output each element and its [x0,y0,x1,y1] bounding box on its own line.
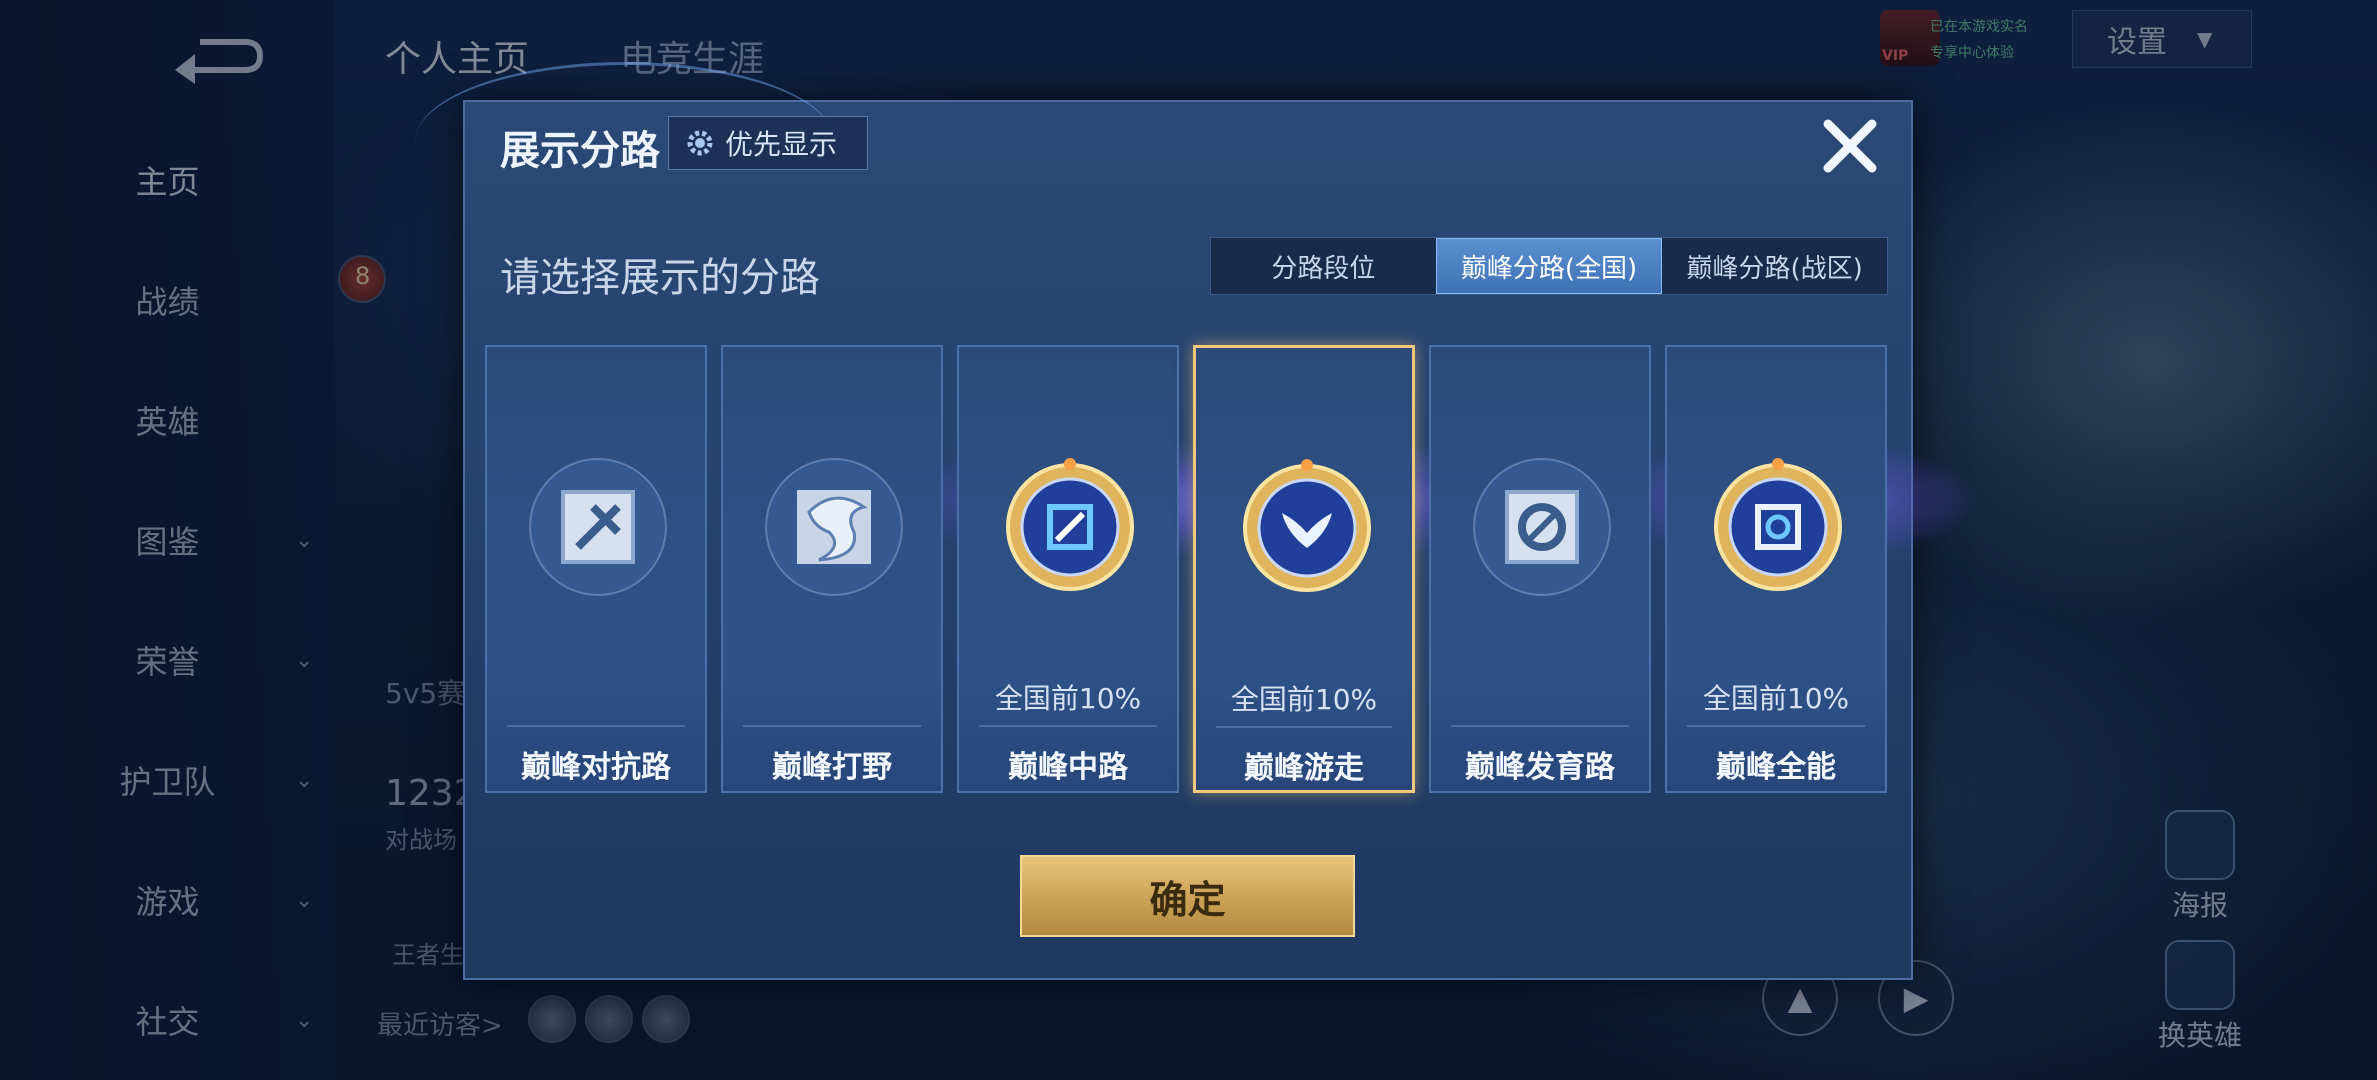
card-label: 巅峰对抗路 [521,750,671,785]
segment-peak-region[interactable]: 巅峰分路(战区) [1662,238,1887,294]
clash-lane-icon [529,458,667,596]
card-rank-text: 全国前10% [1230,683,1378,716]
lane-card-farm[interactable]: 巅峰发育路 [1429,345,1651,793]
card-divider [979,725,1157,727]
confirm-label: 确定 [1149,877,1226,922]
card-divider [1216,726,1392,728]
segment-peak-national[interactable]: 巅峰分路(全国) [1435,238,1663,294]
card-divider [1687,725,1865,727]
priority-display-button[interactable]: 优先显示 [668,116,868,170]
all-round-medal-icon [1714,458,1842,591]
segment-lane-rank[interactable]: 分路段位 [1211,238,1436,294]
card-divider [743,725,921,727]
card-divider [1451,725,1629,727]
card-label: 巅峰打野 [772,750,892,785]
card-label: 巅峰全能 [1716,750,1836,785]
priority-display-label: 优先显示 [725,128,838,161]
card-rank-text: 全国前10% [1702,682,1850,715]
card-rank-text: 全国前10% [994,682,1142,715]
lane-card-mid[interactable]: 全国前10% 巅峰中路 [957,345,1179,793]
modal-subtitle: 请选择展示的分路 [500,255,820,301]
close-icon[interactable] [1818,114,1882,178]
modal-title: 展示分路 [500,128,660,174]
card-label: 巅峰发育路 [1465,750,1615,785]
card-label: 巅峰游走 [1244,751,1364,786]
lane-card-all-round[interactable]: 全国前10% 巅峰全能 [1665,345,1887,793]
lane-card-roam[interactable]: 全国前10% 巅峰游走 [1193,345,1415,793]
confirm-button[interactable]: 确定 [1020,855,1355,937]
farm-lane-icon [1473,458,1611,596]
lane-card-jungle[interactable]: 巅峰打野 [721,345,943,793]
lane-card-list: 巅峰对抗路 巅峰打野 全国前10% 巅峰中路 全国前10% 巅峰游走 巅峰发育路… [485,345,1891,793]
mid-lane-medal-icon [1006,458,1134,591]
lane-source-segmented-control: 分路段位 巅峰分路(全国) 巅峰分路(战区) [1210,237,1888,295]
lane-card-clash[interactable]: 巅峰对抗路 [485,345,707,793]
gear-icon [687,130,713,156]
roam-wings-medal-icon [1243,459,1371,592]
jungle-dragon-icon [765,458,903,596]
card-label: 巅峰中路 [1008,750,1128,785]
card-divider [507,725,685,727]
